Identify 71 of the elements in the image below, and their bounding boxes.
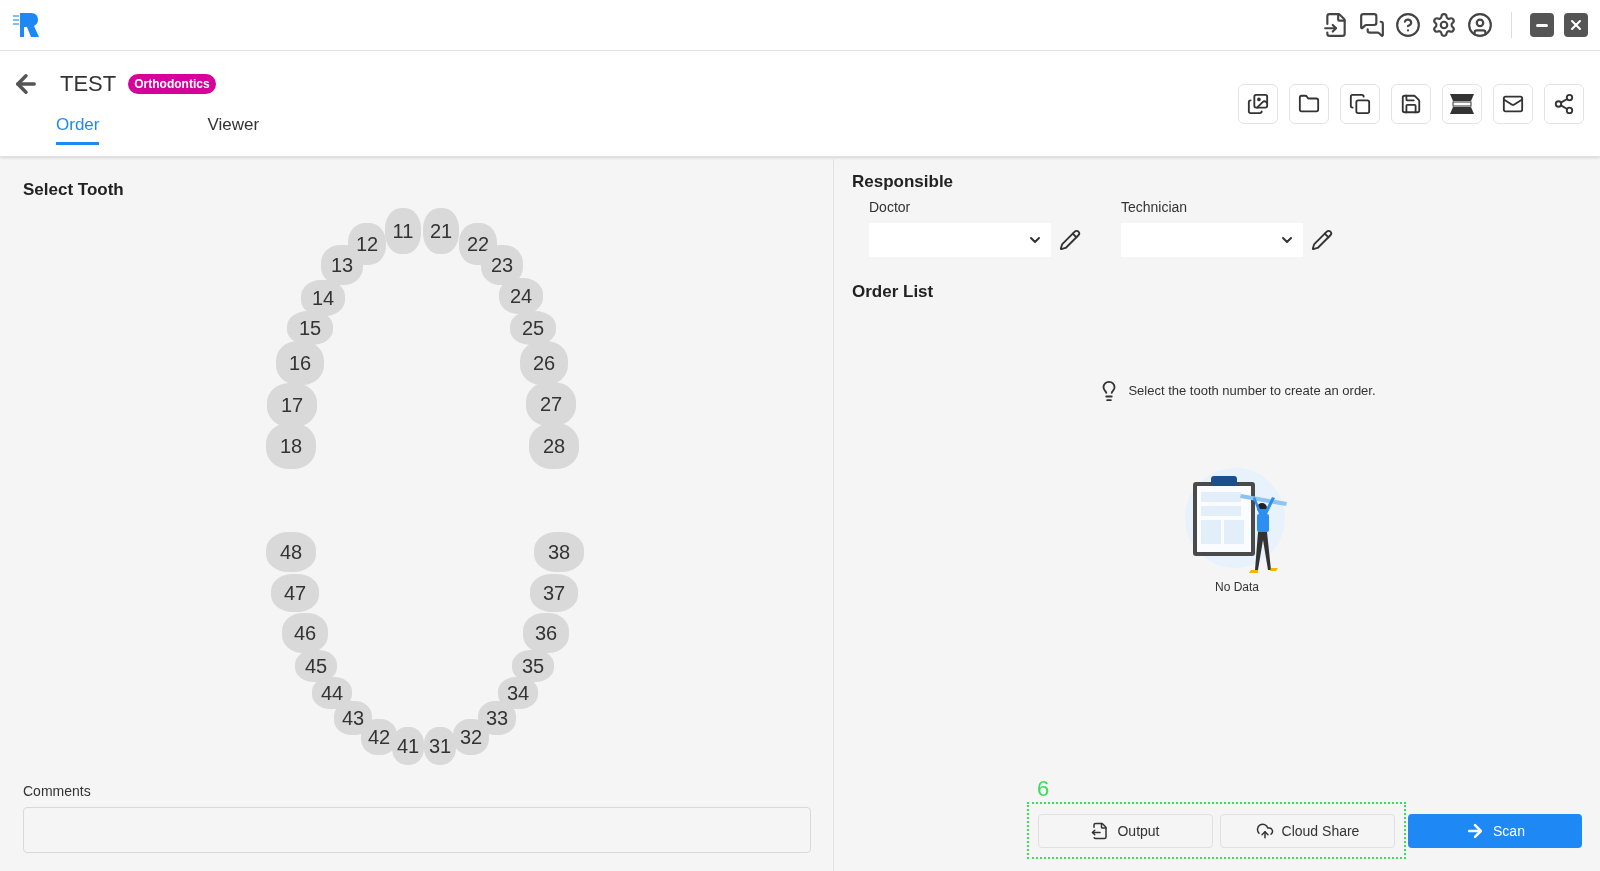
tooth[interactable]: 25 bbox=[510, 311, 556, 345]
tooth[interactable]: 35 bbox=[512, 650, 554, 682]
tooth[interactable]: 41 bbox=[392, 727, 424, 765]
tab[interactable]: Order bbox=[56, 112, 100, 145]
field-label: Technician bbox=[1121, 197, 1189, 217]
mail-button[interactable] bbox=[1493, 84, 1533, 124]
edit-icon[interactable] bbox=[1311, 228, 1333, 251]
tooth[interactable]: 34 bbox=[498, 677, 538, 709]
dropdown-field[interactable] bbox=[1121, 222, 1303, 257]
section-heading: Order List bbox=[852, 280, 935, 303]
scan-button[interactable]: Scan bbox=[1408, 814, 1582, 848]
edit-icon[interactable] bbox=[1059, 228, 1081, 251]
settings-icon[interactable] bbox=[1431, 12, 1457, 38]
tooth[interactable]: 11 bbox=[385, 208, 421, 254]
tooth[interactable]: 44 bbox=[312, 677, 352, 709]
share-icon bbox=[1553, 93, 1575, 115]
save-button[interactable] bbox=[1391, 84, 1431, 124]
save-icon bbox=[1400, 93, 1422, 115]
documents-icon bbox=[1349, 93, 1371, 115]
images-icon bbox=[1247, 93, 1269, 115]
tooth[interactable]: 14 bbox=[301, 280, 345, 316]
tooth[interactable]: 24 bbox=[499, 278, 543, 314]
case-title: TEST bbox=[60, 70, 117, 98]
help-icon[interactable] bbox=[1395, 12, 1421, 38]
tooth[interactable]: 36 bbox=[523, 613, 569, 653]
tooth[interactable]: 46 bbox=[282, 613, 328, 653]
dropdown-field[interactable] bbox=[869, 222, 1051, 257]
tooth[interactable]: 48 bbox=[266, 532, 316, 572]
tooth[interactable]: 17 bbox=[267, 383, 317, 427]
tooth[interactable]: 28 bbox=[529, 423, 579, 469]
folder-icon bbox=[1298, 93, 1320, 115]
hint-text: Select the tooth number to create an order. bbox=[1128, 382, 1376, 401]
callout-number: 6 bbox=[1037, 778, 1050, 800]
app-logo bbox=[12, 11, 40, 39]
close-button[interactable] bbox=[1564, 13, 1588, 37]
tooth[interactable]: 47 bbox=[271, 574, 319, 612]
images-button[interactable] bbox=[1238, 84, 1278, 124]
teeth-arch-button[interactable] bbox=[1442, 84, 1482, 124]
tooth[interactable]: 38 bbox=[534, 532, 584, 572]
tooth[interactable]: 37 bbox=[530, 574, 578, 612]
comments-field[interactable] bbox=[23, 807, 811, 853]
mail-icon bbox=[1502, 93, 1524, 115]
action-button[interactable]: Output bbox=[1038, 814, 1213, 848]
file-output-icon bbox=[1091, 822, 1110, 840]
teeth-arch-icon bbox=[1449, 93, 1475, 115]
close-icon bbox=[1568, 17, 1584, 33]
share-button[interactable] bbox=[1544, 84, 1584, 124]
chat-users-icon[interactable] bbox=[1359, 12, 1385, 38]
action-button[interactable]: Cloud Share bbox=[1220, 814, 1395, 848]
user-icon[interactable] bbox=[1467, 12, 1493, 38]
category-badge: Orthodontics bbox=[128, 73, 216, 94]
folder-button[interactable] bbox=[1289, 84, 1329, 124]
section-heading: Select Tooth bbox=[23, 179, 125, 201]
field-label: Doctor bbox=[869, 197, 912, 217]
minimize-icon bbox=[1536, 23, 1548, 27]
section-heading: Responsible bbox=[852, 171, 955, 193]
tooth[interactable]: 45 bbox=[295, 650, 337, 682]
tooth[interactable]: 15 bbox=[287, 311, 333, 345]
import-file-icon[interactable] bbox=[1323, 12, 1349, 38]
field-label: Comments bbox=[23, 782, 92, 801]
documents-button[interactable] bbox=[1340, 84, 1380, 124]
tooth[interactable]: 18 bbox=[266, 423, 316, 469]
tooth[interactable]: 26 bbox=[520, 341, 568, 385]
tooth[interactable]: 21 bbox=[423, 208, 459, 254]
tooth[interactable]: 27 bbox=[526, 382, 576, 426]
tooth[interactable]: 16 bbox=[276, 341, 324, 385]
tooth[interactable]: 31 bbox=[424, 727, 456, 765]
minimize-button[interactable] bbox=[1530, 13, 1554, 37]
empty-text: No Data bbox=[1215, 579, 1259, 596]
tab[interactable]: Viewer bbox=[207, 112, 260, 145]
cloud-upload-icon bbox=[1255, 822, 1274, 840]
